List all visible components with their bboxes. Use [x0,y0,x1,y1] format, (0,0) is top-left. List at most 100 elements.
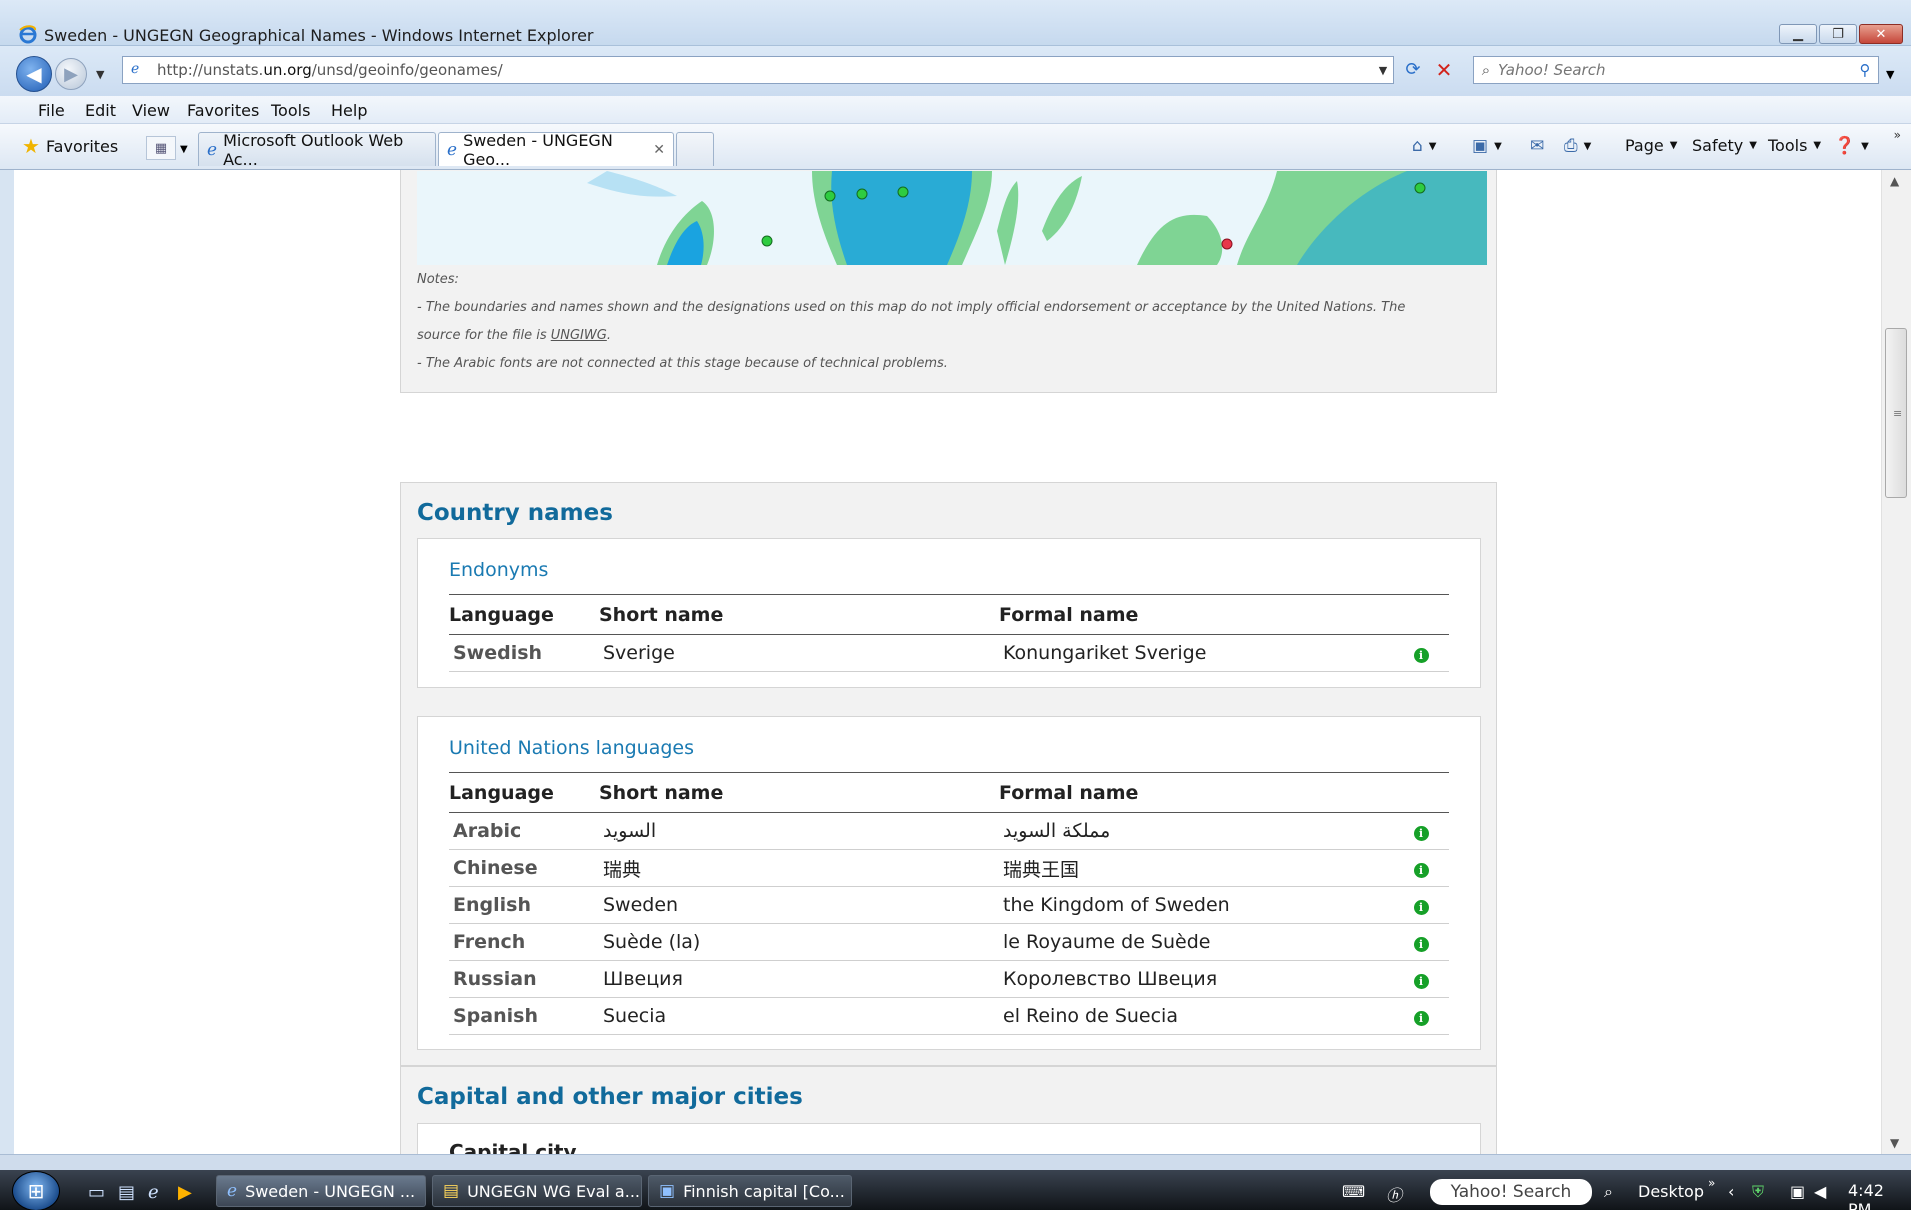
menu-edit[interactable]: Edit [85,101,116,120]
info-icon[interactable]: i [1413,900,1429,915]
menu-tools[interactable]: Tools [271,101,310,120]
info-icon[interactable]: i [1413,937,1429,952]
magnifier-icon[interactable]: ⌕ [1604,1182,1613,1202]
rss-icon: ▣ [1472,136,1489,156]
page-menu-button[interactable]: Page ▼ [1625,136,1677,155]
scroll-down-icon[interactable]: ▼ [1890,1136,1899,1150]
map-panel: Notes: - The boundaries and names shown … [400,170,1497,393]
col-language: Language [449,772,599,813]
window-title: Sweden - UNGEGN Geographical Names - Win… [44,26,594,45]
capital-section-title: Capital and other major cities [417,1084,803,1110]
read-mail-button[interactable]: ✉ [1530,136,1544,156]
country-names-title: Country names [417,500,613,526]
menu-favorites[interactable]: Favorites [187,101,259,120]
start-button[interactable]: ⊞ [12,1171,60,1210]
volume-icon[interactable]: ◀ [1814,1182,1826,1201]
hp-logo-icon: ⓗ [1386,1186,1403,1205]
address-field[interactable]: ℯ http://unstats.un.org/unsd/geoinfo/geo… [122,56,1394,84]
help-button[interactable]: ❓ ▼ [1834,136,1869,156]
col-formal-name: Formal name [999,594,1389,635]
info-icon[interactable]: i [1413,1011,1429,1026]
help-icon: ❓ [1834,136,1856,156]
notes-heading: Notes: [417,272,459,287]
favorites-tab-bar: ★ Favorites ▦ ▼ ℯ Microsoft Outlook Web … [0,124,1911,170]
notes-line-1: - The boundaries and names shown and the… [417,300,1406,315]
task-sweden-ungegn[interactable]: ℯ Sweden - UNGEGN ... [216,1175,426,1207]
menu-view[interactable]: View [132,101,170,120]
menu-file[interactable]: File [38,101,65,120]
desktop-toolbar[interactable]: Desktop [1638,1182,1704,1201]
switch-windows-icon[interactable]: ▤ [118,1182,135,1203]
security-shield-icon[interactable]: ⛨ [1752,1182,1764,1202]
close-tab-icon[interactable]: ✕ [653,142,665,158]
info-icon[interactable]: i [1413,974,1429,989]
show-desktop-icon[interactable]: ▭ [88,1182,105,1203]
status-bar [0,1154,1911,1170]
search-input[interactable] [1498,61,1852,79]
task-finnish-capital[interactable]: ▣ Finnish capital [Co... [648,1175,852,1207]
scroll-thumb[interactable]: ≡ [1885,328,1907,498]
maximize-button[interactable]: ❐ [1819,24,1857,44]
tab-list-dropdown[interactable]: ▼ [180,144,188,155]
back-button[interactable]: ◀ [16,56,52,92]
mail-icon: ✉ [1530,136,1545,156]
col-formal-name: Formal name [999,772,1389,813]
taskbar-search[interactable]: Yahoo! Search [1430,1179,1592,1205]
info-icon[interactable]: i [1413,863,1429,878]
url-text[interactable]: http://unstats.un.org/unsd/geoinfo/geona… [157,61,1373,79]
country-map [417,171,1487,265]
notes-line-3: - The Arabic fonts are not connected at … [417,356,948,371]
close-window-button[interactable]: ✕ [1859,24,1903,44]
recent-pages-dropdown[interactable]: ▼ [96,68,104,81]
capital-city-box: Capital city [417,1123,1481,1154]
page-viewport: Notes: - The boundaries and names shown … [14,170,1881,1154]
taskbar: ⊞ ▭ ▤ ℯ ▶ ℯ Sweden - UNGEGN ... ▤ UNGEGN W… [0,1170,1911,1210]
safety-menu-button[interactable]: Safety ▼ [1692,136,1757,155]
info-icon[interactable]: i [1413,648,1429,663]
task-ungegn-wg[interactable]: ▤ UNGEGN WG Eval a... [432,1175,642,1207]
search-box[interactable]: ⌕ ⚲ [1473,56,1879,84]
home-button[interactable]: ⌂ ▼ [1412,136,1437,156]
quick-tabs-icon[interactable]: ▦ [146,136,176,160]
map-notes: Notes: - The boundaries and names shown … [417,266,1487,378]
keyboard-icon[interactable]: ⌨ [1342,1182,1365,1201]
media-player-icon[interactable]: ▶ [178,1182,192,1203]
minimize-button[interactable]: ▁ [1779,24,1817,44]
address-toolbar: ◀ ▶ ▼ ℯ http://unstats.un.org/unsd/geoin… [0,46,1911,96]
vertical-scrollbar[interactable]: ▲ ≡ ▼ [1881,170,1911,1154]
table-row: English Sweden the Kingdom of Sweden i [449,886,1449,924]
document-task-icon: ▤ [443,1181,460,1201]
ie-quicklaunch-icon[interactable]: ℯ [148,1182,159,1203]
refresh-icon[interactable]: ⟳ [1401,59,1425,83]
tab-sweden-ungegn[interactable]: ℯ Sweden - UNGEGN Geo... ✕ [438,131,674,169]
info-icon[interactable]: i [1413,826,1429,841]
table-row: Swedish Sverige Konungariket Sverige i [449,634,1449,672]
endonyms-table: Language Short name Formal name Swedish … [449,594,1449,672]
table-row: Spanish Suecia el Reino de Suecia i [449,997,1449,1035]
col-short-name: Short name [599,594,999,635]
toolbar-overflow-icon[interactable]: » [1894,128,1901,142]
table-row: Russian Швеция Королевство Швеция i [449,960,1449,998]
feeds-button[interactable]: ▣ ▼ [1472,136,1502,156]
new-tab-button[interactable] [676,132,714,166]
tools-menu-button[interactable]: Tools ▼ [1768,136,1821,155]
toolbar-overflow-icon[interactable]: » [1708,1176,1715,1190]
address-dropdown-icon[interactable]: ▼ [1373,64,1393,77]
stop-icon[interactable]: ✕ [1432,58,1456,82]
print-button[interactable]: ⎙ ▼ [1564,136,1591,156]
capital-city-title: Capital city [449,1140,577,1154]
tab-outlook[interactable]: ℯ Microsoft Outlook Web Ac... [198,131,436,169]
scroll-up-icon[interactable]: ▲ [1890,174,1899,188]
menu-help[interactable]: Help [331,101,367,120]
forward-button[interactable]: ▶ [55,58,87,90]
table-row: Arabic السويد مملكة السويد i [449,812,1449,850]
search-options-dropdown[interactable]: ▼ [1886,68,1894,81]
tray-expand-icon[interactable]: ‹ [1728,1182,1734,1201]
ungiwg-link[interactable]: UNGIWG [551,328,607,343]
page-icon: ℯ [131,61,140,77]
search-icon[interactable]: ⚲ [1852,61,1878,79]
taskbar-clock[interactable]: 4:42 PM [1848,1181,1911,1210]
network-icon[interactable]: ▣ [1790,1182,1805,1201]
col-short-name: Short name [599,772,999,813]
favorites-button[interactable]: ★ Favorites [22,134,118,158]
